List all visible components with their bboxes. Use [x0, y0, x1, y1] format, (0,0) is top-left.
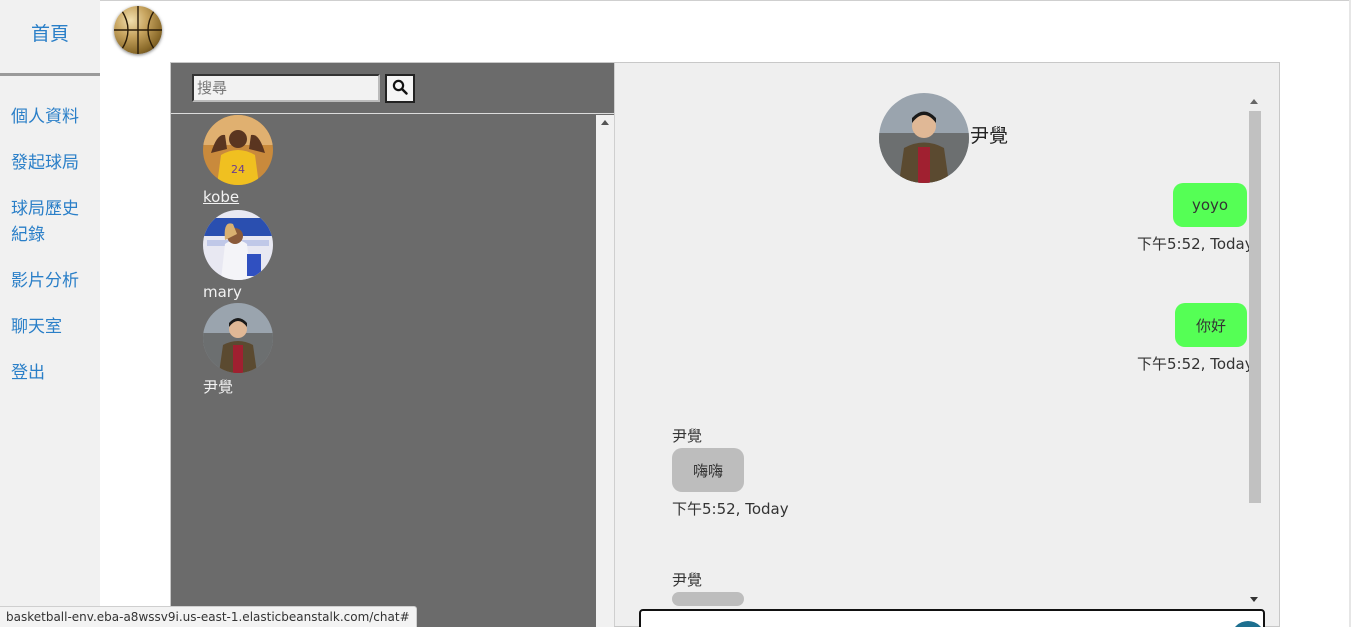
sidebar-item-chat-room[interactable]: 聊天室 — [11, 314, 97, 340]
message-bubble-incoming: 嗨嗨 — [672, 448, 744, 492]
scroll-up-arrow-icon[interactable] — [1250, 99, 1258, 104]
sidebar-item-video-analysis[interactable]: 影片分析 — [11, 268, 97, 294]
message-input[interactable] — [639, 609, 1265, 627]
scrollbar-thumb[interactable] — [1249, 111, 1261, 503]
conversation-title: 尹覺 — [970, 124, 1009, 147]
contact-name[interactable]: mary — [203, 283, 323, 301]
sidebar-item-logout[interactable]: 登出 — [11, 360, 97, 386]
message-text: 嗨嗨 — [692, 461, 723, 480]
message-timestamp: 下午5:52, Today — [672, 500, 789, 518]
message-bubble-outgoing: yoyo — [1173, 183, 1247, 227]
conversation-scrollbar[interactable] — [1247, 97, 1261, 605]
basketball-logo[interactable] — [114, 6, 162, 54]
message-bubble-outgoing: 你好 — [1175, 303, 1247, 347]
top-divider — [100, 0, 1351, 1]
scroll-down-arrow-icon[interactable] — [1250, 597, 1258, 602]
status-bar-url: basketball-env.eba-a8wssv9i.us-east-1.el… — [0, 606, 417, 627]
search-button[interactable] — [385, 74, 415, 103]
message-sender: 尹覺 — [672, 427, 703, 445]
sidebar: 首頁 個人資料 發起球局 球局歷史紀錄 影片分析 聊天室 登出 — [0, 0, 100, 627]
sidebar-item-game-history[interactable]: 球局歷史紀錄 — [11, 196, 83, 248]
contact-item[interactable]: 24 kobe — [203, 115, 323, 206]
chat-container: 24 kobe — [170, 62, 1280, 627]
sidebar-home-link[interactable]: 首頁 — [0, 0, 100, 76]
message-text: yoyo — [1191, 196, 1229, 214]
message-text: 你好 — [693, 604, 723, 606]
page-root: 首頁 個人資料 發起球局 球局歷史紀錄 影片分析 聊天室 登出 搜尋 24 ko… — [0, 0, 1351, 627]
search-bar — [171, 63, 614, 114]
avatar[interactable]: 24 — [203, 115, 273, 185]
message-timestamp: 下午5:52, Today — [1137, 235, 1254, 253]
avatar[interactable] — [203, 303, 273, 373]
search-icon — [392, 79, 408, 99]
message-sender: 尹覺 — [672, 571, 703, 589]
contact-item[interactable]: mary — [203, 210, 323, 301]
sidebar-item-create-game[interactable]: 發起球局 — [11, 150, 97, 176]
message-timestamp: 下午5:52, Today — [1137, 355, 1254, 373]
message-text: 你好 — [1195, 316, 1226, 335]
contact-item[interactable]: 尹覺 — [203, 303, 323, 397]
svg-text:24: 24 — [231, 163, 245, 176]
sidebar-item-profile[interactable]: 個人資料 — [11, 104, 97, 130]
search-input[interactable] — [192, 74, 380, 102]
avatar[interactable] — [203, 210, 273, 280]
conversation-header: 尹覺 — [879, 93, 1008, 183]
scroll-up-arrow-icon[interactable] — [601, 120, 609, 125]
contact-name[interactable]: kobe — [203, 188, 323, 206]
contact-name[interactable]: 尹覺 — [203, 376, 323, 397]
contact-list: 24 kobe mary 尹覺 — [171, 115, 596, 627]
conversation-panel: 尹覺 yoyo 下午5:52, Today 你好 下午5:52, Today 尹… — [614, 63, 1279, 627]
message-bubble-incoming: 你好 — [672, 592, 744, 606]
contacts-panel: 24 kobe — [171, 63, 614, 627]
contact-list-scrollbar[interactable] — [596, 115, 614, 627]
sidebar-nav: 個人資料 發起球局 球局歷史紀錄 影片分析 聊天室 登出 — [11, 104, 97, 406]
avatar[interactable] — [879, 93, 969, 183]
